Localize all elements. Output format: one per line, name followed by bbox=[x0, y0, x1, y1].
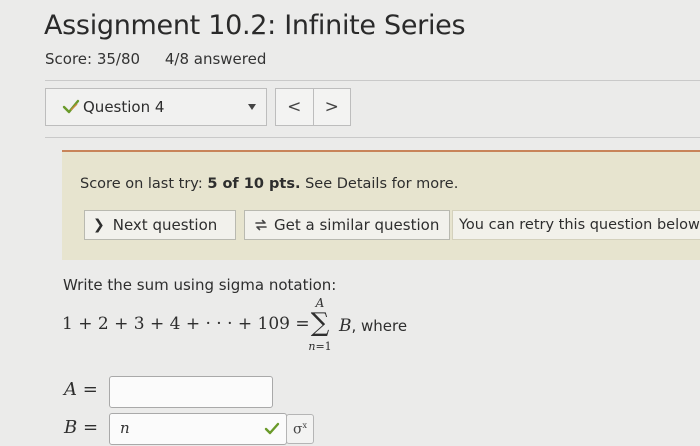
answered-count: 4/8 answered bbox=[164, 50, 267, 68]
caret-down-icon bbox=[248, 104, 256, 110]
last-try-points: 5 of 10 pts. bbox=[207, 176, 301, 192]
problem-prompt: Write the sum using sigma notation: bbox=[63, 276, 337, 294]
sigma-lower-limit: n=1 bbox=[308, 340, 332, 353]
answer-a-label: A = bbox=[64, 379, 98, 400]
sigma-term: B, where bbox=[339, 316, 408, 336]
similar-question-button[interactable]: Get a similar question bbox=[244, 210, 450, 240]
top-divider bbox=[45, 80, 700, 81]
assignment-title: Assignment 10.2: Infinite Series bbox=[44, 10, 466, 41]
question-pager: < > bbox=[275, 88, 351, 126]
sigma-symbol: ∑ bbox=[310, 308, 330, 338]
answer-b-input[interactable]: n bbox=[109, 413, 287, 445]
answer-a-input[interactable] bbox=[109, 376, 273, 408]
next-question-label: Next question bbox=[112, 216, 218, 234]
feedback-panel: Score on last try: 5 of 10 pts. See Deta… bbox=[62, 150, 700, 260]
score-text: Score: 35/80 bbox=[45, 50, 141, 68]
checkmark-icon bbox=[264, 422, 280, 435]
similar-question-label: Get a similar question bbox=[274, 216, 440, 234]
superscript-format-button[interactable]: σx bbox=[286, 414, 314, 444]
series-expression: 1 + 2 + 3 + 4 + · · · + 109 = bbox=[62, 314, 310, 334]
retry-note: You can retry this question below bbox=[452, 210, 700, 240]
retry-arrows-icon bbox=[255, 219, 267, 231]
next-question-button[interactable]: ❯ Next question bbox=[84, 210, 236, 240]
answer-b-value: n bbox=[120, 419, 130, 437]
check-pencil-icon bbox=[62, 99, 80, 114]
mid-divider bbox=[45, 137, 700, 138]
sigma-term-variable: B bbox=[339, 316, 352, 336]
sigma-notation: A ∑ n=1 bbox=[303, 296, 337, 356]
question-select-label: Question 4 bbox=[83, 98, 165, 116]
superscript-format-icon: σx bbox=[292, 420, 308, 438]
chevron-right-icon: ❯ bbox=[93, 217, 105, 233]
last-try-score: Score on last try: 5 of 10 pts. See Deta… bbox=[80, 176, 459, 192]
score-summary: Score: 35/80 4/8 answered bbox=[45, 50, 286, 68]
question-select[interactable]: Question 4 bbox=[45, 88, 267, 126]
previous-question-button[interactable]: < bbox=[276, 89, 314, 125]
answer-b-label: B = bbox=[64, 417, 99, 438]
next-question-arrow-button[interactable]: > bbox=[314, 89, 351, 125]
